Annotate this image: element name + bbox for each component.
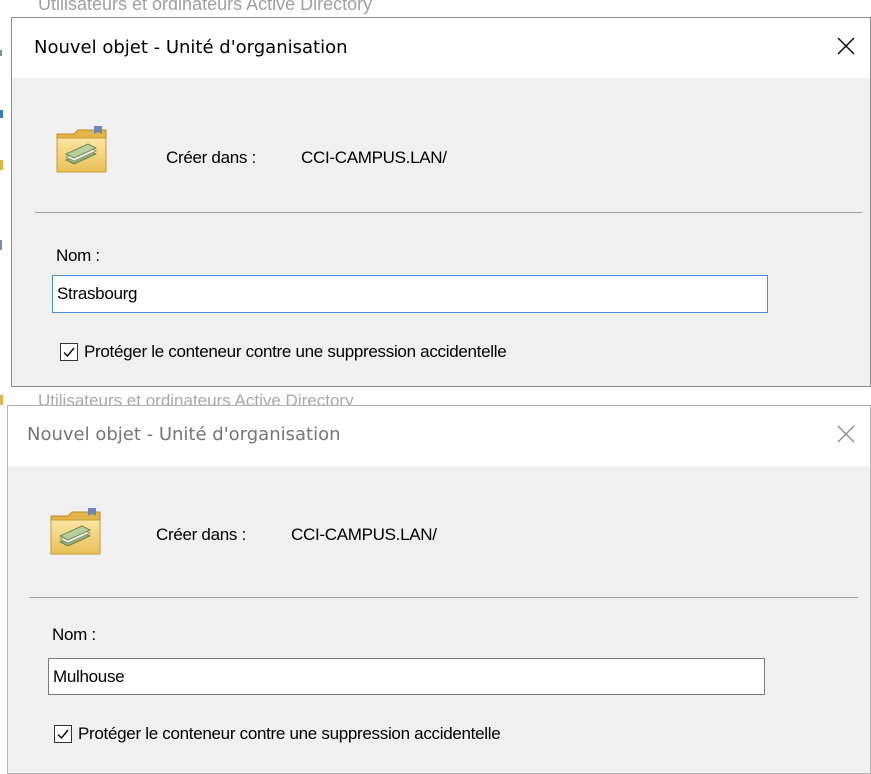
ou-folder-icon: [50, 508, 101, 555]
protect-checkbox-row[interactable]: Protéger le conteneur contre une suppres…: [54, 724, 501, 744]
name-label: Nom :: [52, 625, 96, 644]
separator: [29, 597, 858, 598]
background-edge-mark: [0, 240, 2, 250]
background-edge-mark: [0, 50, 2, 56]
close-icon: [837, 425, 855, 443]
checkmark-icon: [57, 729, 69, 740]
dialog-titlebar[interactable]: Nouvel objet - Unité d'organisation: [12, 18, 870, 78]
background-edge-mark: [0, 395, 3, 405]
ou-folder-icon: [56, 126, 107, 173]
create-in-label: Créer dans :: [166, 148, 256, 167]
dialog-titlebar[interactable]: Nouvel objet - Unité d'organisation: [8, 406, 870, 466]
dialog-title: Nouvel objet - Unité d'organisation: [27, 424, 341, 445]
background-window-title: Utilisateurs et ordinateurs Active Direc…: [38, 0, 373, 14]
name-input[interactable]: [48, 658, 765, 695]
protect-checkbox[interactable]: [54, 725, 72, 743]
create-in-value: CCI-CAMPUS.LAN/: [301, 148, 447, 167]
new-ou-dialog: Nouvel objet - Unité d'organisation Crée…: [7, 405, 871, 774]
checkmark-icon: [63, 347, 75, 358]
new-ou-dialog: Nouvel objet - Unité d'organisation Crée…: [11, 17, 871, 387]
close-button[interactable]: [828, 28, 864, 64]
protect-checkbox-label: Protéger le conteneur contre une suppres…: [78, 724, 501, 743]
background-edge-mark: [0, 110, 3, 118]
protect-checkbox[interactable]: [60, 343, 78, 361]
separator: [35, 212, 862, 213]
close-icon: [837, 37, 855, 55]
dialog-title: Nouvel objet - Unité d'organisation: [34, 37, 348, 58]
background-edge-mark: [0, 160, 3, 170]
create-in-value: CCI-CAMPUS.LAN/: [291, 525, 437, 544]
create-in-label: Créer dans :: [156, 525, 246, 544]
protect-checkbox-label: Protéger le conteneur contre une suppres…: [84, 342, 507, 361]
close-button[interactable]: [828, 416, 864, 452]
name-input[interactable]: [52, 275, 768, 313]
name-label: Nom :: [56, 246, 100, 265]
protect-checkbox-row[interactable]: Protéger le conteneur contre une suppres…: [60, 342, 507, 362]
